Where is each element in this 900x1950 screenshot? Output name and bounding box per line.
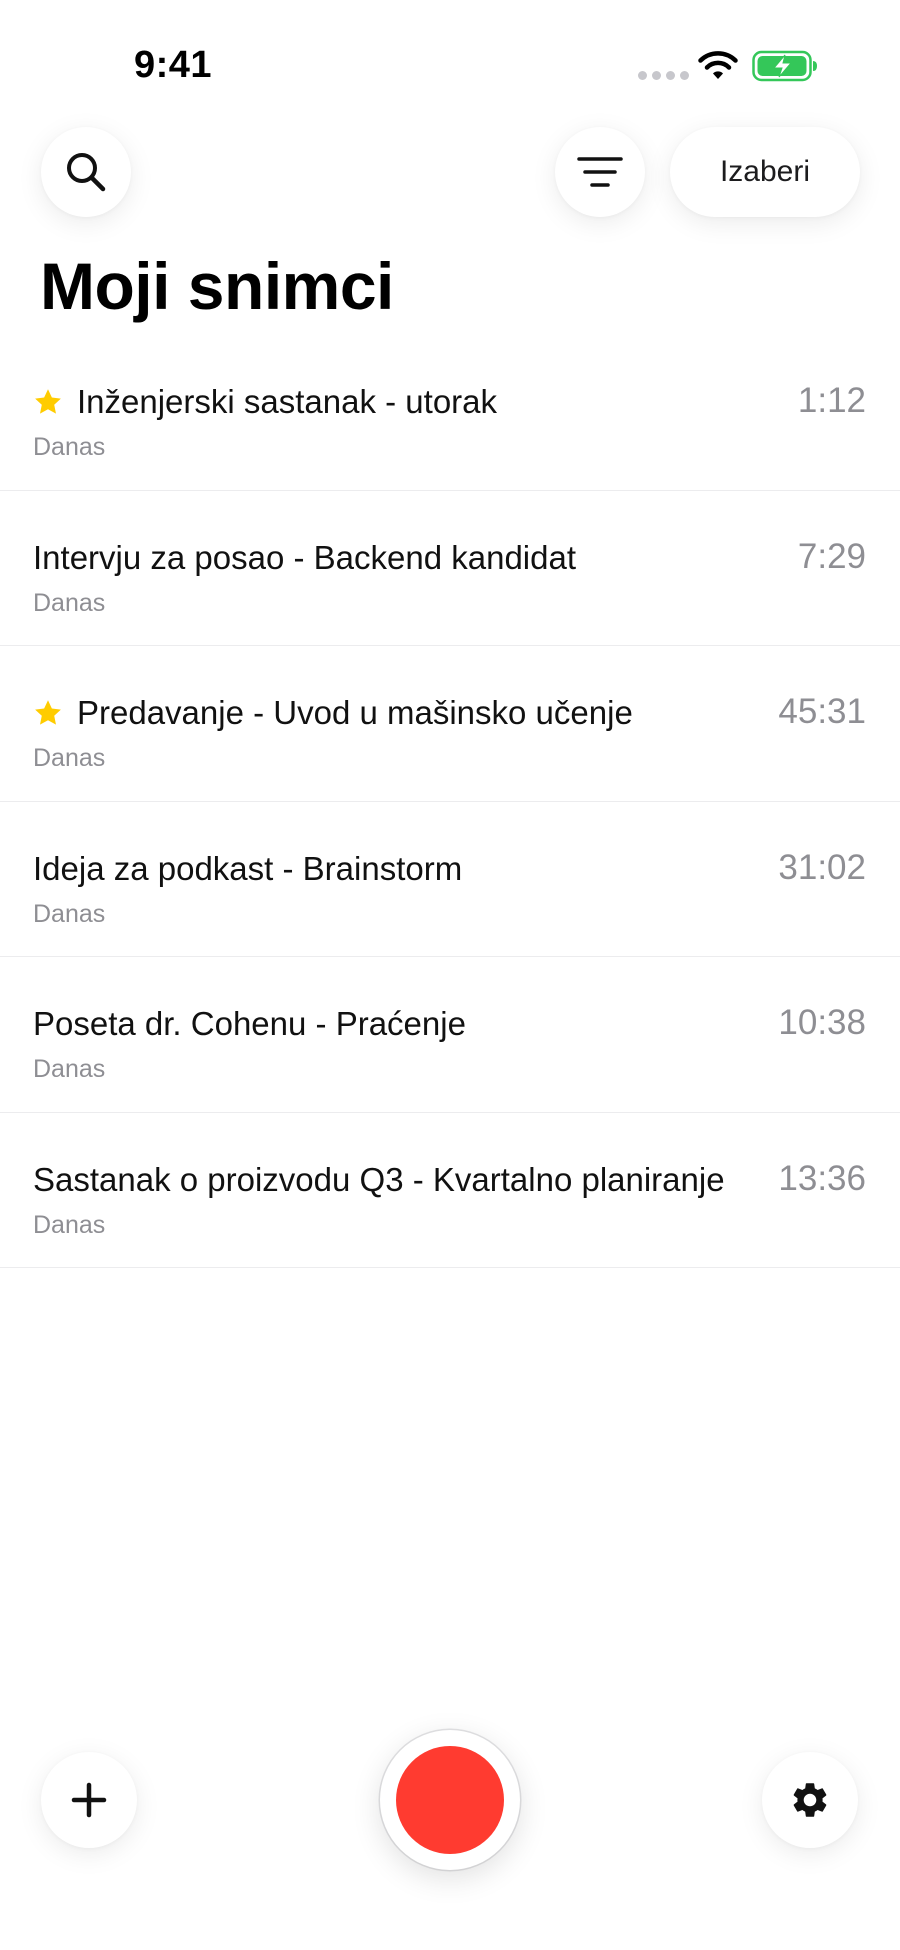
recording-row[interactable]: Inženjerski sastanak - utorak Danas 1:12: [0, 335, 900, 491]
recording-duration: 1:12: [797, 381, 866, 420]
star-icon: [33, 387, 63, 417]
recording-duration: 13:36: [778, 1158, 866, 1198]
recording-date: Danas: [33, 1210, 106, 1239]
recording-title-line: Ideja za podkast - Brainstorm: [33, 850, 462, 888]
gear-icon: [793, 1783, 827, 1817]
status-bar: 9:41: [0, 0, 900, 110]
recording-title-line: Predavanje - Uvod u mašinsko učenje: [33, 694, 633, 732]
recording-duration: 45:31: [778, 692, 866, 731]
recording-title: Intervju za posao - Backend kandidat: [33, 538, 577, 576]
plus-icon: [71, 1782, 107, 1818]
recording-duration: 10:38: [778, 1003, 866, 1042]
recording-row[interactable]: Sastanak o proizvodu Q3 - Kvartalno plan…: [0, 1113, 900, 1268]
recording-title: Inženjerski sastanak - utorak: [77, 383, 498, 420]
star-icon: [33, 698, 63, 728]
recording-date: Danas: [33, 433, 106, 461]
screen: 9:41 Izaberi Moji snimci Inženjerski sas…: [0, 0, 900, 1950]
recording-title: Predavanje - Uvod u mašinsko učenje: [77, 694, 633, 731]
recording-duration: 31:02: [778, 847, 866, 887]
recording-title: Poseta dr. Cohenu - Praćenje: [33, 1005, 466, 1042]
filter-button[interactable]: [555, 127, 645, 217]
add-button[interactable]: [41, 1752, 137, 1848]
recording-date: Danas: [33, 899, 106, 928]
settings-button[interactable]: [762, 1752, 858, 1848]
recording-date: Danas: [33, 744, 106, 772]
record-button[interactable]: [380, 1730, 520, 1870]
recording-title-line: Sastanak o proizvodu Q3 - Kvartalno plan…: [33, 1161, 725, 1199]
recording-row[interactable]: Poseta dr. Cohenu - Praćenje Danas 10:38: [0, 957, 900, 1113]
recording-row[interactable]: Intervju za posao - Backend kandidat Dana…: [0, 491, 900, 646]
recording-row[interactable]: Ideja za podkast - Brainstorm Danas 31:02: [0, 802, 900, 957]
recording-title: Sastanak o proizvodu Q3 - Kvartalno plan…: [33, 1160, 725, 1198]
recording-date: Danas: [33, 588, 106, 617]
recording-title-line: Intervju za posao - Backend kandidat: [33, 539, 576, 577]
page-title: Moji snimci: [40, 249, 394, 323]
recording-title: Ideja za podkast - Brainstorm: [33, 849, 463, 887]
recording-title-line: Inženjerski sastanak - utorak: [33, 383, 497, 421]
wifi-icon: [698, 51, 738, 79]
recording-title-line: Poseta dr. Cohenu - Praćenje: [33, 1005, 466, 1043]
select-button[interactable]: Izaberi: [670, 127, 860, 217]
record-icon: [396, 1746, 504, 1854]
filter-icon: [577, 157, 623, 187]
recording-date: Danas: [33, 1055, 106, 1083]
recording-duration: 7:29: [797, 536, 866, 576]
battery-charging-icon: [752, 50, 817, 82]
recordings-list: Inženjerski sastanak - utorak Danas 1:12 In…: [0, 335, 900, 1268]
status-time: 9:41: [134, 44, 213, 86]
search-button[interactable]: [41, 127, 131, 217]
search-icon: [67, 153, 106, 192]
cellular-signal-icon: [638, 71, 689, 80]
recording-row[interactable]: Predavanje - Uvod u mašinsko učenje Danas…: [0, 646, 900, 802]
